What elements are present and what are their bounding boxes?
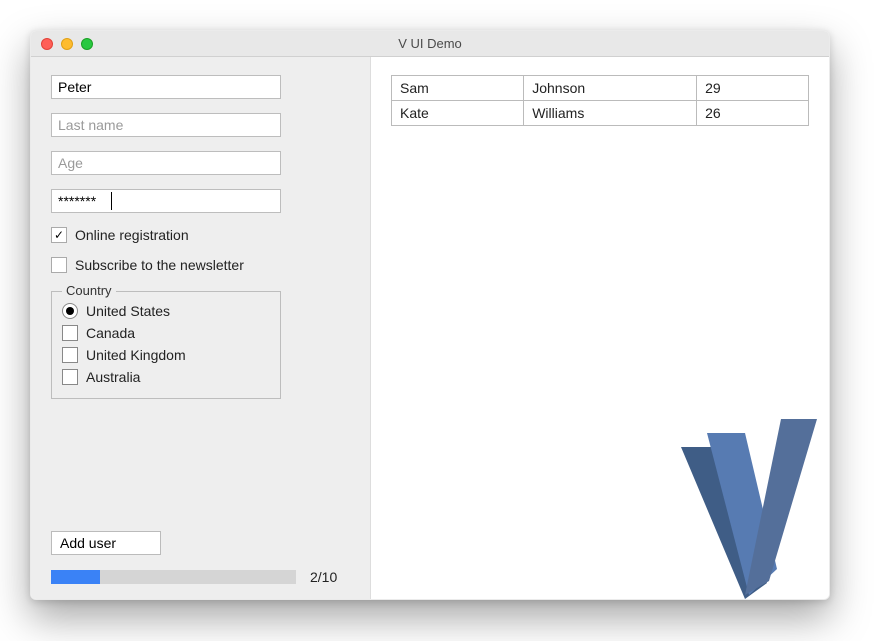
progress-fill	[51, 570, 100, 584]
country-option-australia[interactable]: Australia	[62, 366, 270, 388]
titlebar: V UI Demo	[31, 31, 829, 57]
country-option-canada[interactable]: Canada	[62, 322, 270, 344]
table-cell: Kate	[392, 101, 524, 126]
table-cell: Johnson	[524, 76, 697, 101]
radio-label: Canada	[86, 325, 135, 341]
password-input[interactable]	[51, 189, 281, 213]
close-icon[interactable]	[41, 38, 53, 50]
users-pane: SamJohnson29KateWilliams26	[371, 57, 829, 599]
maximize-icon[interactable]	[81, 38, 93, 50]
checkbox-label: Online registration	[75, 227, 189, 243]
country-option-us[interactable]: United States	[62, 300, 270, 322]
country-fieldset: Country United States Canada United King…	[51, 291, 281, 399]
radio-icon	[62, 325, 78, 341]
radio-icon	[62, 369, 78, 385]
radio-label: United States	[86, 303, 170, 319]
table-cell: 29	[697, 76, 809, 101]
age-input[interactable]	[51, 151, 281, 175]
fieldset-legend: Country	[62, 283, 116, 298]
traffic-lights	[31, 38, 93, 50]
country-option-uk[interactable]: United Kingdom	[62, 344, 270, 366]
table-cell: Sam	[392, 76, 524, 101]
form-pane: Online registration Subscribe to the new…	[31, 57, 371, 599]
app-window: V UI Demo Online registration Subscribe …	[30, 30, 830, 600]
add-user-button[interactable]: Add user	[51, 531, 161, 555]
content: Online registration Subscribe to the new…	[31, 57, 829, 599]
table-row: KateWilliams26	[392, 101, 809, 126]
radio-icon	[62, 347, 78, 363]
table-cell: Williams	[524, 101, 697, 126]
last-name-input[interactable]	[51, 113, 281, 137]
minimize-icon[interactable]	[61, 38, 73, 50]
users-table: SamJohnson29KateWilliams26	[391, 75, 809, 126]
newsletter-checkbox[interactable]: Subscribe to the newsletter	[51, 257, 350, 273]
table-cell: 26	[697, 101, 809, 126]
window-title: V UI Demo	[31, 36, 829, 51]
first-name-input[interactable]	[51, 75, 281, 99]
checkbox-icon	[51, 227, 67, 243]
table-row: SamJohnson29	[392, 76, 809, 101]
progress-label: 2/10	[310, 569, 337, 585]
checkbox-label: Subscribe to the newsletter	[75, 257, 244, 273]
radio-icon	[62, 303, 78, 319]
radio-label: United Kingdom	[86, 347, 186, 363]
text-caret	[111, 192, 112, 210]
progress-bar	[51, 570, 296, 584]
checkbox-icon	[51, 257, 67, 273]
radio-label: Australia	[86, 369, 140, 385]
v-logo-icon	[649, 409, 829, 599]
online-registration-checkbox[interactable]: Online registration	[51, 227, 350, 243]
progress-row: 2/10	[51, 569, 350, 585]
